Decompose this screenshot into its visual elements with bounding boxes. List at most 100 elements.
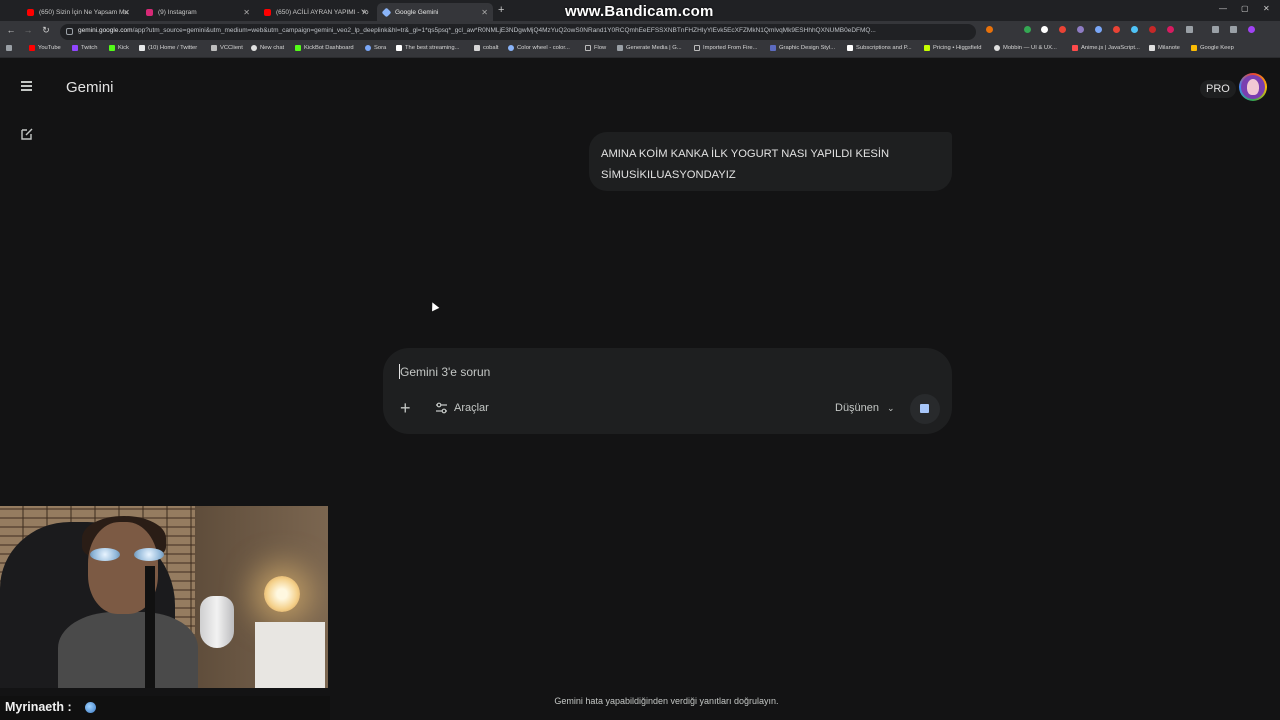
side-panel-icon[interactable] <box>1230 26 1237 33</box>
bookmark-label: Sora <box>374 45 387 51</box>
bookmark-item[interactable]: YouTube <box>29 45 61 51</box>
bookmark-label: (10) Home / Twitter <box>148 45 198 51</box>
youtube-icon <box>27 8 34 16</box>
profile-icon[interactable] <box>1248 26 1255 33</box>
forward-icon[interactable]: → <box>22 25 34 35</box>
browser-tab[interactable]: (650) Sizin İçin Ne Yapsam Mu ✕ <box>21 3 135 21</box>
extension-icon[interactable] <box>1095 26 1102 33</box>
subscriptions-icon <box>847 45 853 51</box>
bookmark-label: The best streaming... <box>405 45 460 51</box>
pro-badge[interactable]: PRO <box>1200 80 1236 98</box>
bookmark-label: New chat <box>260 45 285 51</box>
extension-icon[interactable] <box>1041 26 1048 33</box>
bookmark-item[interactable]: Flow <box>585 45 606 51</box>
extension-icon[interactable] <box>986 26 993 33</box>
bookmark-item[interactable]: New chat <box>251 45 284 51</box>
bookmark-item[interactable]: Kick <box>109 45 129 51</box>
tools-label: Araçlar <box>454 402 489 414</box>
apps-grid-icon[interactable] <box>6 45 15 51</box>
bookmark-label: KickBot Dashboard <box>304 45 354 51</box>
color-wheel-icon <box>508 45 514 51</box>
close-icon[interactable]: ✕ <box>361 8 368 17</box>
sunglasses <box>90 548 170 562</box>
bookmark-item[interactable]: Mobbin — UI & UX... <box>994 45 1057 51</box>
animejs-icon <box>1072 45 1078 51</box>
side-table <box>255 622 325 688</box>
urinal <box>200 596 234 648</box>
tab-title: (9) Instagram <box>158 8 197 16</box>
cobalt-icon <box>474 45 480 51</box>
bookmark-item[interactable]: Google Keep <box>1191 45 1234 51</box>
site-info-icon[interactable] <box>66 28 73 35</box>
prompt-input[interactable]: Gemini 3'e sorun <box>400 365 490 379</box>
streamer-name: Myrinaeth : <box>5 700 72 714</box>
main-menu-icon[interactable] <box>18 79 36 97</box>
bookmark-item[interactable]: cobalt <box>474 45 498 51</box>
kick-icon <box>109 45 115 51</box>
bookmark-label: Milanote <box>1158 45 1180 51</box>
bookmark-label: Kick <box>118 45 129 51</box>
bookmark-item[interactable]: Subscriptions and P... <box>847 45 912 51</box>
youtube-icon <box>264 8 271 16</box>
kickbot-icon <box>295 45 301 51</box>
new-chat-icon[interactable] <box>20 127 34 141</box>
microphone-arm <box>145 566 155 688</box>
close-icon[interactable]: ✕ <box>481 8 488 17</box>
address-bar[interactable]: gemini.google.com/app?utm_source=gemini&… <box>60 24 976 40</box>
account-avatar[interactable] <box>1239 73 1267 101</box>
extensions-puzzle-icon[interactable] <box>1186 26 1193 33</box>
bookmark-item[interactable]: Sora <box>365 45 386 51</box>
bookmark-item[interactable]: (10) Home / Twitter <box>139 45 197 51</box>
stop-generation-button[interactable] <box>910 394 940 424</box>
window-close-icon[interactable]: ✕ <box>1263 4 1270 13</box>
webcam-overlay <box>0 506 328 688</box>
extension-icon[interactable] <box>1113 26 1120 33</box>
browser-toolbar: ← → ↻ gemini.google.com/app?utm_source=g… <box>0 21 1280 42</box>
browser-tab[interactable]: (9) Instagram ✕ <box>140 3 255 21</box>
prompt-composer[interactable]: Gemini 3'e sorun + Araçlar Düşünen ⌄ <box>383 348 952 434</box>
bookmark-label: Anime.js | JavaScript... <box>1081 45 1140 51</box>
back-icon[interactable]: ← <box>5 25 17 35</box>
reload-icon[interactable]: ↻ <box>40 25 52 36</box>
extension-icon[interactable] <box>1149 26 1156 33</box>
tools-button[interactable]: Araçlar <box>435 402 489 414</box>
bookmark-item[interactable]: Milanote <box>1149 45 1180 51</box>
twitch-icon <box>72 45 78 51</box>
bookmark-label: Flow <box>594 45 607 51</box>
bookmark-label: cobalt <box>483 45 499 51</box>
bookmark-item[interactable]: The best streaming... <box>396 45 459 51</box>
bookmark-label: Color wheel - color... <box>517 45 570 51</box>
browser-tab-active[interactable]: Google Gemini ✕ <box>377 3 493 21</box>
bookmark-item[interactable]: VCClient <box>211 45 243 51</box>
chevron-down-icon: ⌄ <box>887 402 895 413</box>
bookmark-item[interactable]: Twitch <box>72 45 97 51</box>
bookmark-label: Graphic Design Styl... <box>779 45 836 51</box>
extension-icon[interactable] <box>1131 26 1138 33</box>
model-mode-selector[interactable]: Düşünen ⌄ <box>835 402 895 414</box>
maximize-icon[interactable]: ▢ <box>1241 4 1249 13</box>
milanote-icon <box>1149 45 1155 51</box>
x-icon <box>139 45 145 51</box>
bookmark-item[interactable]: Pricing • Higgsfield <box>924 45 981 51</box>
minimize-icon[interactable]: — <box>1219 4 1227 13</box>
bookmark-item[interactable]: Anime.js | JavaScript... <box>1072 45 1140 51</box>
google-keep-icon <box>1191 45 1197 51</box>
close-icon[interactable]: ✕ <box>123 8 130 17</box>
bookmark-label: Google Keep <box>1200 45 1234 51</box>
address-path: /app?utm_source=gemini&utm_medium=web&ut… <box>132 27 876 34</box>
bookmark-item[interactable]: Imported From Fire... <box>694 45 757 51</box>
close-icon[interactable]: ✕ <box>243 8 250 17</box>
extension-icon[interactable] <box>1059 26 1066 33</box>
download-icon[interactable] <box>1212 26 1219 33</box>
bookmark-item[interactable]: KickBot Dashboard <box>295 45 354 51</box>
extension-icon[interactable] <box>1077 26 1084 33</box>
extension-icon[interactable] <box>1024 26 1031 33</box>
bookmark-item[interactable]: Graphic Design Styl... <box>770 45 835 51</box>
bookmark-item[interactable]: Color wheel - color... <box>508 45 570 51</box>
add-attachment-icon[interactable]: + <box>400 399 411 417</box>
bookmark-item[interactable]: Generate Media | G... <box>617 45 682 51</box>
extension-icon[interactable] <box>1167 26 1174 33</box>
bookmark-label: Twitch <box>81 45 98 51</box>
new-tab-icon[interactable]: + <box>498 4 504 16</box>
browser-tab[interactable]: (650) ACİLİ AYRAN YAPIMI - Yo ✕ <box>258 3 373 21</box>
